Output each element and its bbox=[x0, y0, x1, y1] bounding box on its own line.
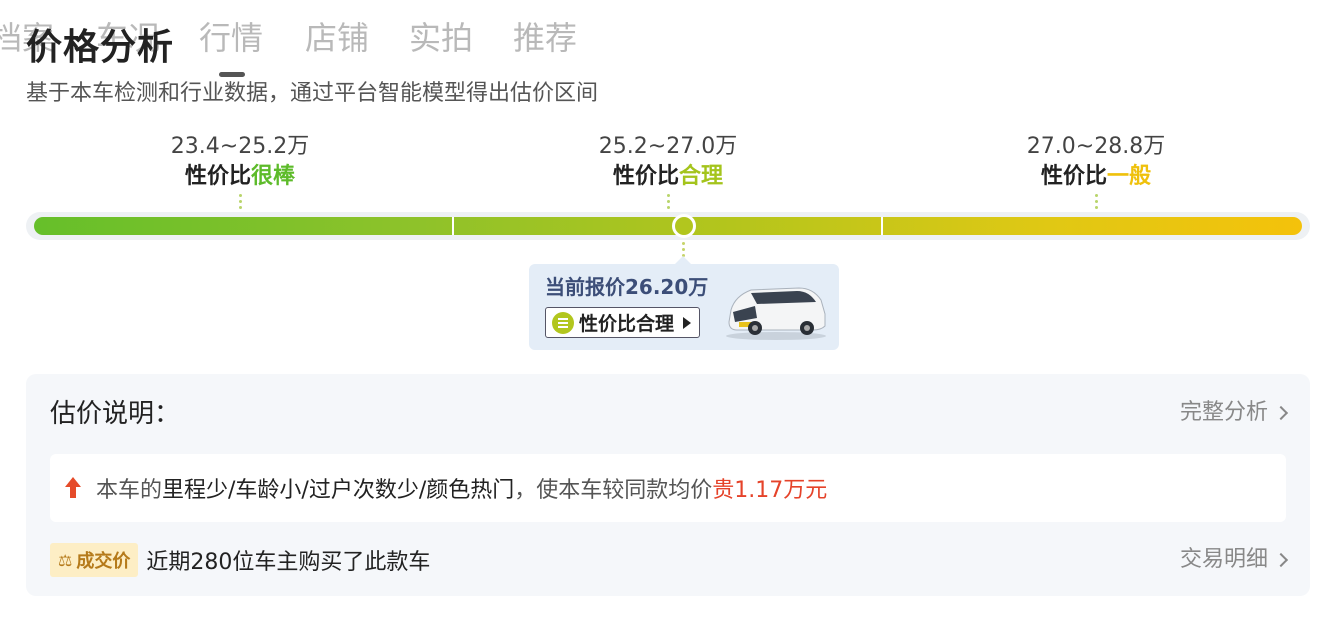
segment-pointer bbox=[238, 194, 242, 209]
chevron-right-icon bbox=[1273, 405, 1289, 421]
recent-deals-row: ⚖ 成交价 近期280位车主购买了此款车 交易明细 bbox=[50, 542, 1289, 578]
section-title: 价格分析 bbox=[26, 27, 175, 68]
deal-price-icon: ⚖ bbox=[58, 550, 73, 570]
current-price-marker bbox=[672, 214, 696, 238]
segment-label: 性价比很棒 bbox=[184, 164, 296, 189]
transaction-details-label: 交易明细 bbox=[1179, 547, 1268, 572]
card-title: 估价说明： bbox=[50, 399, 181, 429]
tab-recommend[interactable]: 推荐 bbox=[513, 14, 577, 62]
segment-label: 性价比一般 bbox=[1040, 164, 1152, 189]
segment-pointer bbox=[666, 194, 670, 209]
marker-pointer bbox=[682, 242, 685, 257]
segment-range: 25.2~27.0万 bbox=[598, 134, 738, 159]
estimate-explanation-card: 估价说明： 完整分析 本车的里程少/车龄小/过户次数少/颜色热门，使本车较同款均… bbox=[26, 374, 1310, 596]
track-divider bbox=[452, 217, 454, 235]
tab-store[interactable]: 店铺 bbox=[305, 14, 369, 62]
segment-range: 23.4~25.2万 bbox=[170, 134, 310, 159]
price-reason-text: 本车的里程少/车龄小/过户次数少/颜色热门，使本车较同款均价贵1.17万元 bbox=[96, 478, 828, 503]
price-reason-box: 本车的里程少/车龄小/过户次数少/颜色热门，使本车较同款均价贵1.17万元 bbox=[50, 454, 1286, 522]
track-divider bbox=[881, 217, 883, 235]
value-rating-label: 性价比合理 bbox=[579, 313, 675, 335]
value-rating-tag[interactable]: 性价比合理 bbox=[545, 307, 701, 338]
segment-rating: 很棒 bbox=[251, 164, 296, 189]
segment-range: 27.0~28.8万 bbox=[1026, 134, 1166, 159]
deal-badge-label: 成交价 bbox=[76, 551, 131, 572]
segment-average: 27.0~28.8万 性价比一般 bbox=[946, 132, 1246, 209]
active-tab-indicator bbox=[219, 72, 245, 77]
deal-price-badge: ⚖ 成交价 bbox=[50, 543, 139, 577]
price-track bbox=[34, 217, 1302, 235]
segment-rating: 合理 bbox=[679, 164, 724, 189]
current-price-bubble: 当前报价26.20万 性价比合理 bbox=[529, 256, 839, 350]
full-analysis-label: 完整分析 bbox=[1179, 400, 1268, 425]
price-delta: 贵1.17万元 bbox=[712, 478, 828, 503]
play-arrow-icon bbox=[683, 316, 692, 329]
section-subtitle: 基于本车检测和行业数据，通过平台智能模型得出估价区间 bbox=[26, 81, 599, 106]
equal-icon bbox=[552, 311, 574, 334]
recent-deals-text: 近期280位车主购买了此款车 bbox=[146, 550, 431, 575]
tab-market[interactable]: 行情 bbox=[199, 14, 263, 62]
tab-photos[interactable]: 实拍 bbox=[409, 14, 473, 62]
segment-fair: 25.2~27.0万 性价比合理 bbox=[518, 132, 818, 209]
chevron-right-icon bbox=[1273, 552, 1289, 568]
segment-label: 性价比合理 bbox=[612, 164, 724, 189]
segment-pointer bbox=[1094, 194, 1098, 209]
car-thumbnail bbox=[726, 287, 826, 340]
full-analysis-link[interactable]: 完整分析 bbox=[1179, 396, 1289, 430]
segment-great: 23.4~25.2万 性价比很棒 bbox=[90, 132, 390, 209]
transaction-details-link[interactable]: 交易明细 bbox=[1179, 542, 1289, 578]
current-price-text: 当前报价26.20万 bbox=[545, 275, 709, 299]
up-arrow-icon bbox=[64, 477, 82, 499]
segment-rating: 一般 bbox=[1107, 164, 1152, 189]
